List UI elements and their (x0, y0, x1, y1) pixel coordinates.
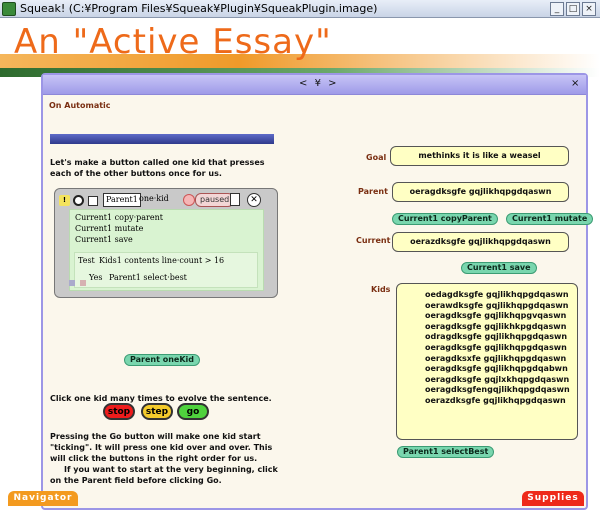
parent-label: Parent (358, 187, 388, 196)
kid-entry: oerazdksgfe gqjlikhqpgdqaswn (425, 395, 566, 405)
resize-handle[interactable] (69, 280, 75, 286)
kid-entry: oeragdksgfe gqjlikhqpgdqaswn (425, 342, 567, 352)
supplies-flap-tab[interactable]: Supplies (522, 491, 584, 506)
book-control-bar: < ¥ > × (43, 75, 586, 95)
script-command[interactable]: Current1 save (75, 235, 133, 244)
fire-script-button[interactable]: ! (59, 195, 70, 206)
mutate-button[interactable]: Current1 mutate (506, 213, 594, 225)
book-close-button[interactable]: × (571, 78, 579, 89)
script-editor-one-kid[interactable]: ! Parent1 one·kid paused ✕ Current1 copy… (54, 188, 278, 298)
kid-entry: oeragdksgfe gqjlxkhqpgdqaswn (425, 374, 570, 384)
current-field[interactable]: oerazdksgfe gqjlikhqpgdqaswn (392, 232, 569, 252)
go-paragraph: Pressing the Go button will make one kid… (50, 432, 273, 463)
copy-parent-button[interactable]: Current1 copyParent (392, 213, 498, 225)
script-status-badge[interactable]: paused (195, 193, 235, 207)
minimize-button[interactable]: _ (550, 2, 564, 16)
goal-label: Goal (366, 153, 387, 162)
window-title-bar[interactable]: Squeak! (C:¥Program Files¥Squeak¥Plugin¥… (0, 0, 600, 18)
kid-entry: odragdksgfe gqjlikhqpgdqaswn (425, 332, 568, 342)
close-window-button[interactable]: × (582, 2, 596, 16)
script-menu-icon[interactable] (230, 193, 240, 206)
save-button[interactable]: Current1 save (461, 262, 537, 274)
test-condition[interactable]: Kids1 contents line·count > 16 (99, 256, 224, 265)
maximize-button[interactable]: □ (566, 2, 580, 16)
script-command[interactable]: Current1 copy·parent (75, 213, 163, 222)
section-divider-bar (50, 134, 274, 144)
kid-entry: oedagdksgfe gqjlikhqpgdqaswn (425, 290, 569, 299)
yes-label: Yes (89, 273, 103, 282)
kid-entry: oeragdksgfengqjlikhqpgdqaswn (425, 385, 570, 395)
script-close-button[interactable]: ✕ (247, 193, 261, 207)
stop-button[interactable]: stop (103, 403, 135, 420)
kid-entry: oerawdksgfe gqjlikhqpgdqaswn (425, 300, 569, 310)
yes-command[interactable]: Parent1 select·best (109, 273, 187, 282)
tick-once-icon[interactable] (73, 195, 84, 206)
kid-entry: oeragdksgfe gqjlikhqpgdqabwn (425, 364, 568, 374)
script-command[interactable]: Current1 mutate (75, 224, 143, 233)
parent-onekid-button[interactable]: Parent oneKid (124, 354, 201, 366)
book-morph: < ¥ > × On Automatic Let's make a button… (41, 73, 594, 510)
intro-paragraph: Let's make a button called one kid that … (50, 158, 265, 178)
navigator-flap-tab[interactable]: Navigator (8, 491, 78, 506)
kids-label: Kids (371, 285, 391, 294)
go-button[interactable]: go (177, 403, 209, 420)
current-label: Current (356, 236, 391, 245)
script-name[interactable]: one·kid (139, 194, 169, 203)
script-body: Current1 copy·parent Current1 mutate Cur… (69, 209, 264, 291)
kids-field[interactable]: oedagdksgfe gqjlikhqpgdqaswn oerawdksgfe… (396, 283, 578, 440)
parent-field[interactable]: oeragdksgfe gqjlikhqpgdqaswn (392, 182, 569, 202)
resize-handle[interactable] (80, 280, 86, 286)
test-label: Test (78, 256, 95, 265)
clock-icon[interactable] (183, 194, 195, 206)
squeak-app-icon (2, 2, 16, 16)
kid-entry: oeragdksxfe gqjlikhqpgdqaswn (425, 353, 567, 363)
book-menu-button[interactable]: ¥ (315, 78, 323, 89)
next-page-button[interactable]: > (328, 78, 338, 89)
test-block[interactable]: Test Kids1 contents line·count > 16 Yes … (74, 252, 258, 288)
go-paragraph-2: If you want to start at the very beginni… (50, 465, 278, 485)
kid-entry: oeragdksgfe gqjlikhqpgvqaswn (425, 311, 567, 321)
select-best-button[interactable]: Parent1 selectBest (397, 446, 495, 458)
section-title: On Automatic (49, 101, 111, 110)
squeak-world: An "Active Essay" < ¥ > × On Automatic L… (0, 18, 600, 510)
step-button[interactable]: step (141, 403, 173, 420)
page-title: An "Active Essay" (14, 22, 332, 62)
script-target-player[interactable]: Parent1 (103, 193, 141, 207)
window-title: Squeak! (C:¥Program Files¥Squeak¥Plugin¥… (20, 2, 378, 15)
go-explanation: Pressing the Go button will make one kid… (50, 431, 280, 486)
book-page-nav: < ¥ > (299, 78, 339, 89)
prev-page-button[interactable]: < (299, 78, 309, 89)
goal-field[interactable]: methinks it is like a weasel (390, 146, 569, 166)
script-checkbox[interactable] (88, 196, 98, 206)
kid-entry: oeragdksgfe gqjlikhkpgdqaswn (425, 321, 567, 331)
